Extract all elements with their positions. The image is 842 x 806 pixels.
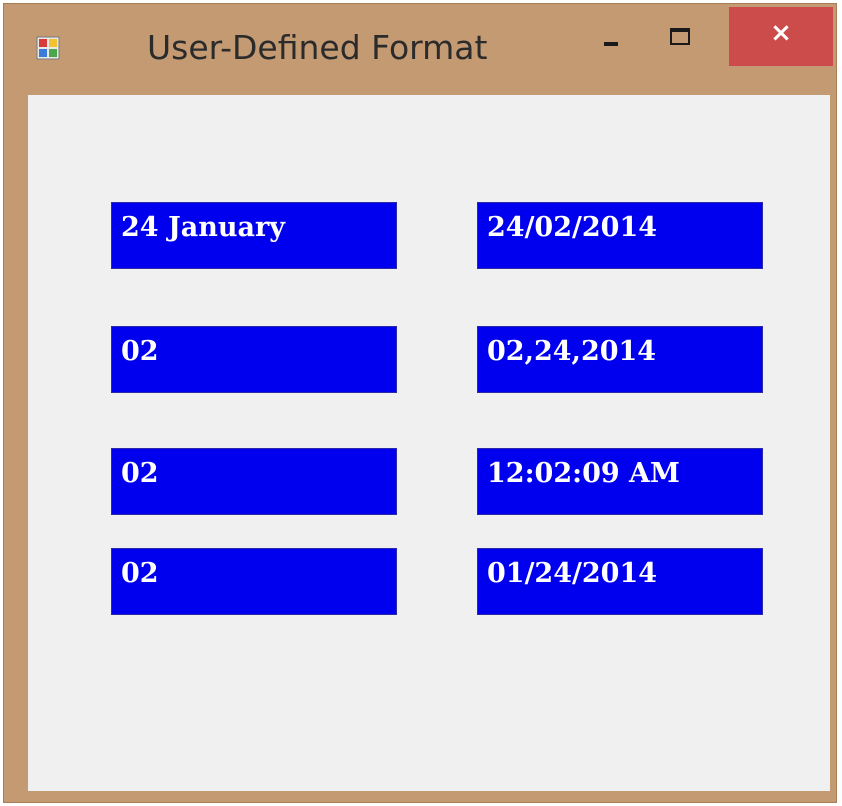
field-text: 24 January xyxy=(121,212,285,243)
field-month-1[interactable]: 02 xyxy=(111,326,397,393)
maximize-button[interactable] xyxy=(650,10,710,60)
close-icon: × xyxy=(770,18,792,48)
window-title: User-Defined Format xyxy=(147,28,488,67)
form-client-area: 24 January 24/02/2014 02 02,24,2014 02 1… xyxy=(28,95,830,791)
title-bar[interactable]: User-Defined Format × xyxy=(4,4,836,92)
field-date-dmy[interactable]: 24/02/2014 xyxy=(477,202,763,269)
field-day-month[interactable]: 24 January xyxy=(111,202,397,269)
field-text: 02 xyxy=(121,336,159,367)
field-text: 01/24/2014 xyxy=(487,558,658,589)
form-app-icon[interactable] xyxy=(36,36,60,60)
minimize-button[interactable] xyxy=(580,10,640,60)
field-text: 12:02:09 AM xyxy=(487,458,680,489)
field-text: 02,24,2014 xyxy=(487,336,657,367)
close-button[interactable]: × xyxy=(729,7,833,66)
field-time[interactable]: 12:02:09 AM xyxy=(477,448,763,515)
field-date-mdy-comma[interactable]: 02,24,2014 xyxy=(477,326,763,393)
field-month-3[interactable]: 02 xyxy=(111,548,397,615)
app-window: User-Defined Format × 24 January 24/02/2… xyxy=(3,3,837,803)
maximize-icon xyxy=(670,28,690,45)
field-month-2[interactable]: 02 xyxy=(111,448,397,515)
minimize-icon xyxy=(604,42,618,46)
field-text: 24/02/2014 xyxy=(487,212,658,243)
field-date-mdy[interactable]: 01/24/2014 xyxy=(477,548,763,615)
field-text: 02 xyxy=(121,558,159,589)
field-text: 02 xyxy=(121,458,159,489)
